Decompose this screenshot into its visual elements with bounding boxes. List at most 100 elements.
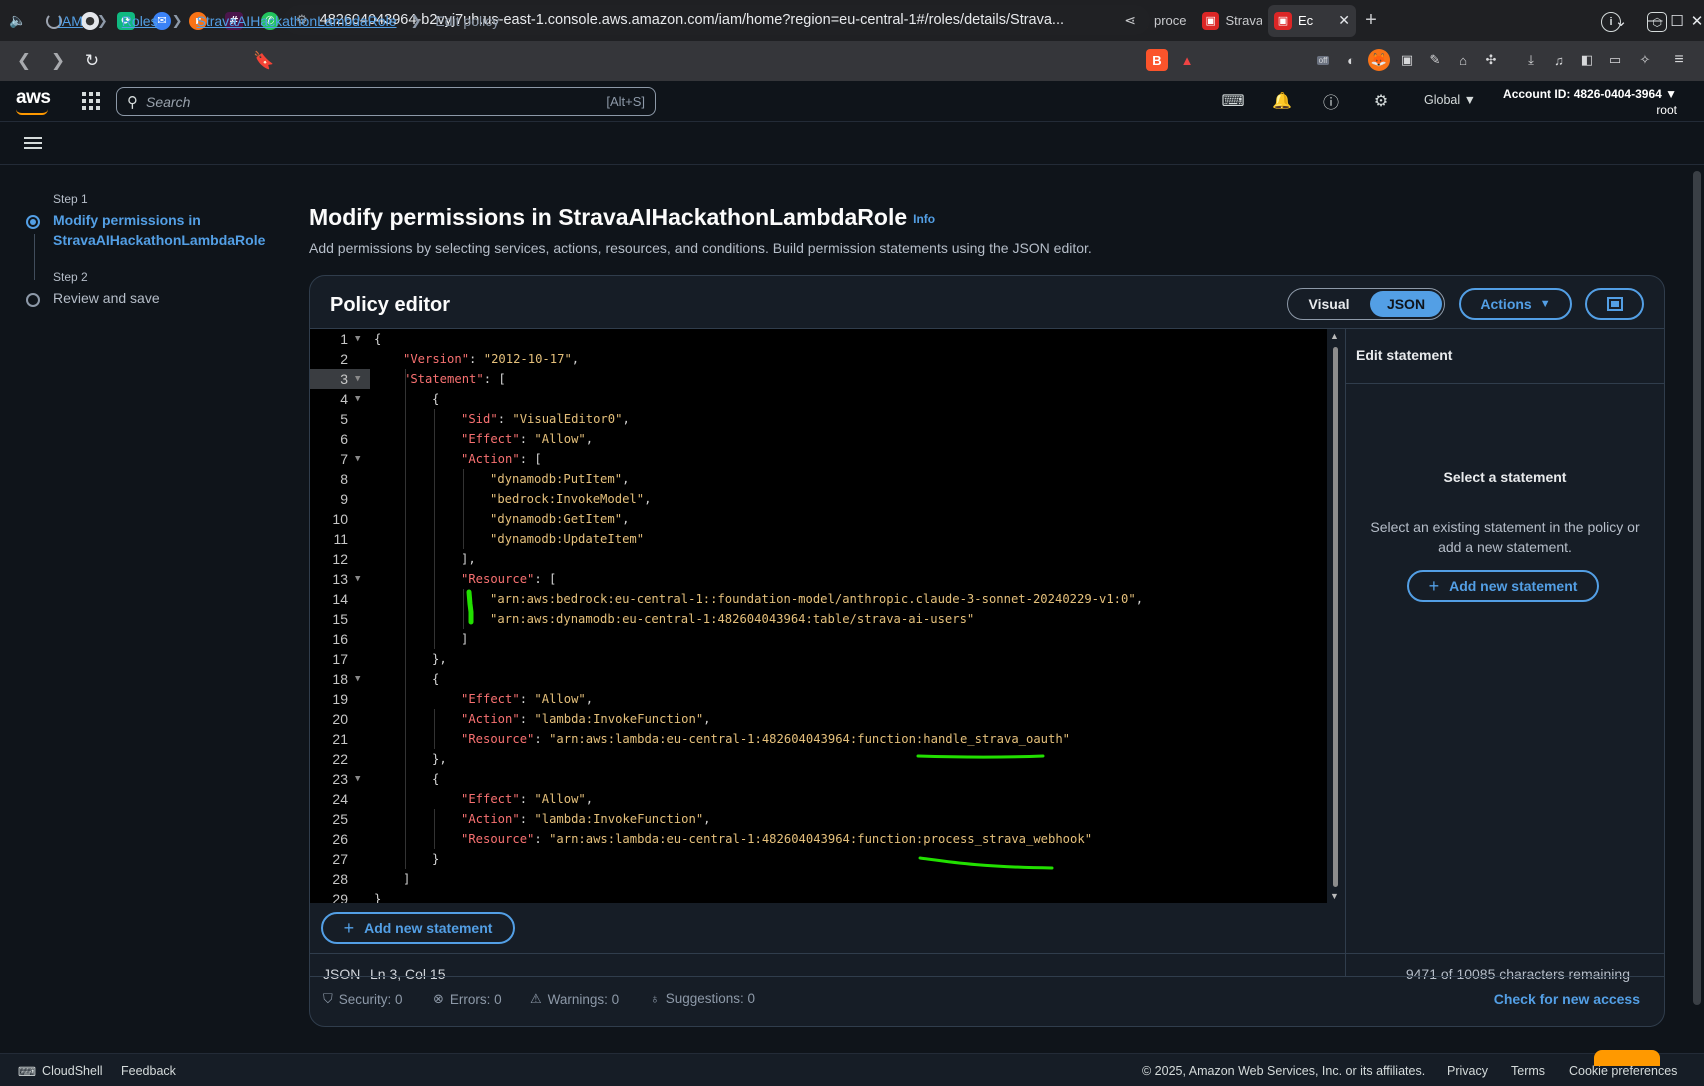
forward-button[interactable]: ❯ [44, 47, 72, 75]
info-link[interactable]: Info [913, 212, 935, 226]
page-scrollbar[interactable] [1690, 165, 1704, 1053]
account-menu[interactable]: Account ID: 4826-0404-3964 ▼ root [1497, 87, 1677, 117]
actions-label: Actions [1480, 296, 1532, 312]
line-number: 28 [332, 871, 348, 887]
json-punctuation: , [585, 692, 594, 706]
chevron-right-icon: ❯ [410, 13, 422, 28]
info-circle-icon[interactable]: i [1601, 12, 1621, 32]
scroll-up-icon[interactable]: ▲ [1330, 331, 1339, 341]
brave-rewards-icon[interactable]: ▲ [1176, 49, 1198, 71]
reload-button[interactable]: ↻ [78, 47, 106, 75]
feedback-link[interactable]: Feedback [121, 1064, 176, 1078]
actions-dropdown-button[interactable]: Actions ▼ [1459, 288, 1572, 320]
fold-toggle-icon[interactable]: ▼ [355, 669, 360, 689]
services-menu-icon[interactable] [82, 92, 100, 110]
breadcrumb-iam[interactable]: IAM [58, 13, 83, 29]
security-findings[interactable]: ⛉ Security: 0 [323, 991, 403, 1007]
dark-mode-icon[interactable]: ◐ [1340, 49, 1362, 71]
json-mode-button[interactable]: JSON [1370, 291, 1442, 317]
region-selector[interactable]: Global ▼ [1424, 93, 1476, 107]
fold-toggle-icon[interactable]: ▼ [355, 569, 360, 589]
breadcrumb-role[interactable]: StravaAIHackathonLambdaRole [197, 13, 397, 29]
step-1[interactable]: Step 1 Modify permissions in StravaAIHac… [22, 192, 282, 250]
json-code-editor[interactable]: 1 ▼ 2 3 ▼ 4 ▼ 5 6 7 ▼ 8 9 10 11 12 13 ▼ 14 15 16 17 18 ▼ 19 20 21 2… [310, 329, 1327, 903]
page-scroll-thumb[interactable] [1693, 171, 1701, 1005]
editor-scrollbar[interactable]: ▲ ▼ [1329, 331, 1341, 903]
editor-mode-toggle: Visual JSON [1287, 288, 1445, 320]
toggle-side-panel-button[interactable] [1585, 288, 1644, 320]
code-line: "Resource": [ [461, 569, 556, 589]
scroll-down-icon[interactable]: ▼ [1330, 891, 1339, 901]
edit-icon[interactable]: ✎ [1424, 49, 1446, 71]
leo-ai-icon[interactable]: ✧ [1634, 49, 1656, 71]
browser-tab[interactable]: ▣ Strava [1196, 5, 1268, 37]
fold-toggle-icon[interactable]: ▼ [355, 449, 360, 469]
privacy-link[interactable]: Privacy [1447, 1064, 1488, 1078]
pinned-tab-audio[interactable]: 🔈 [0, 5, 36, 37]
home-icon[interactable]: ⌂ [1452, 49, 1474, 71]
brave-shield-icon[interactable]: B [1146, 49, 1168, 71]
download-icon[interactable]: ⤓ [1520, 49, 1542, 71]
close-window-button[interactable]: ✕ [1680, 0, 1704, 41]
glasses-icon[interactable]: ▣ [1396, 49, 1418, 71]
back-button[interactable]: ❮ [10, 47, 38, 75]
error-findings[interactable]: ⊗ Errors: 0 [433, 991, 502, 1007]
terms-link[interactable]: Terms [1511, 1064, 1545, 1078]
suggestion-findings[interactable]: ♁ Suggestions: 0 [650, 991, 755, 1006]
line-number: 14 [332, 591, 348, 607]
wizard-steps: Step 1 Modify permissions in StravaAIHac… [22, 192, 282, 330]
cookie-preferences-link[interactable]: Cookie preferences [1569, 1064, 1677, 1078]
hamburger-menu-icon[interactable] [24, 137, 42, 149]
fold-toggle-icon[interactable]: ▼ [355, 369, 360, 389]
check-for-new-access-link[interactable]: Check for new access [1494, 991, 1640, 1007]
json-key: "Action" [461, 712, 520, 726]
share-icon[interactable]: ⋖ [1124, 12, 1136, 29]
feedback-widget[interactable] [1594, 1050, 1660, 1066]
bookmark-icon[interactable]: 🔖 [250, 47, 278, 75]
cloudshell-link[interactable]: ⌨ CloudShell [18, 1064, 103, 1079]
new-tab-button[interactable]: + [1356, 5, 1386, 37]
add-new-statement-button[interactable]: + Add new statement [321, 912, 515, 944]
sidebar-icon[interactable]: ◧ [1576, 49, 1598, 71]
menu-icon[interactable]: ≡ [1668, 49, 1690, 71]
settings-hex-icon[interactable]: ⬡ [1647, 12, 1667, 32]
edit-statement-panel: Edit statement Select a statement Select… [1345, 329, 1664, 977]
close-tab-icon[interactable]: ✕ [1338, 12, 1350, 29]
line-number: 21 [332, 731, 348, 747]
aws-logo[interactable]: aws [16, 87, 51, 115]
indent-guide [434, 709, 435, 749]
cloudshell-icon[interactable]: ⌨ [1221, 90, 1244, 112]
settings-gear-icon[interactable]: ⚙ [1370, 90, 1392, 112]
breadcrumb-roles[interactable]: Roles [122, 13, 158, 29]
json-punctuation: }, [432, 752, 447, 766]
editor-scroll-thumb[interactable] [1333, 347, 1338, 887]
visual-mode-button[interactable]: Visual [1290, 291, 1368, 317]
wallet-icon[interactable]: ▭ [1604, 49, 1626, 71]
warning-findings[interactable]: ⚠ Warnings: 0 [530, 991, 619, 1007]
aws-search-input[interactable]: ⚲ Search [Alt+S] [116, 87, 656, 116]
notifications-bell-icon[interactable]: 🔔 [1271, 90, 1293, 112]
json-punctuation: : [534, 732, 550, 746]
json-punctuation: } [432, 852, 440, 866]
line-number: 15 [332, 611, 348, 627]
side-add-new-statement-button[interactable]: + Add new statement [1407, 570, 1599, 602]
aws-logo-text: aws [16, 87, 51, 108]
help-icon[interactable]: ⓘ [1320, 90, 1342, 112]
browser-tab[interactable]: ▣ Ec ✕ [1268, 4, 1356, 37]
json-punctuation: , [585, 792, 594, 806]
line-number: 25 [332, 811, 348, 827]
fold-toggle-icon[interactable]: ▼ [355, 769, 360, 789]
line-number: 10 [332, 511, 348, 527]
code-line: ] [403, 869, 410, 889]
step-2[interactable]: Step 2 Review and save [22, 270, 282, 308]
metamask-icon[interactable]: 🦊 [1368, 49, 1390, 71]
fold-toggle-icon[interactable]: ▼ [355, 329, 360, 349]
fold-toggle-icon[interactable]: ▼ [355, 389, 360, 409]
puzzle-icon[interactable]: ✣ [1480, 49, 1502, 71]
media-icon[interactable]: ♫ [1548, 49, 1570, 71]
json-punctuation: : [519, 792, 535, 806]
json-punctuation: : [469, 352, 484, 366]
extension-off-icon[interactable]: off [1312, 49, 1334, 71]
line-number: 11 [333, 531, 348, 547]
indent-guide [405, 369, 406, 869]
